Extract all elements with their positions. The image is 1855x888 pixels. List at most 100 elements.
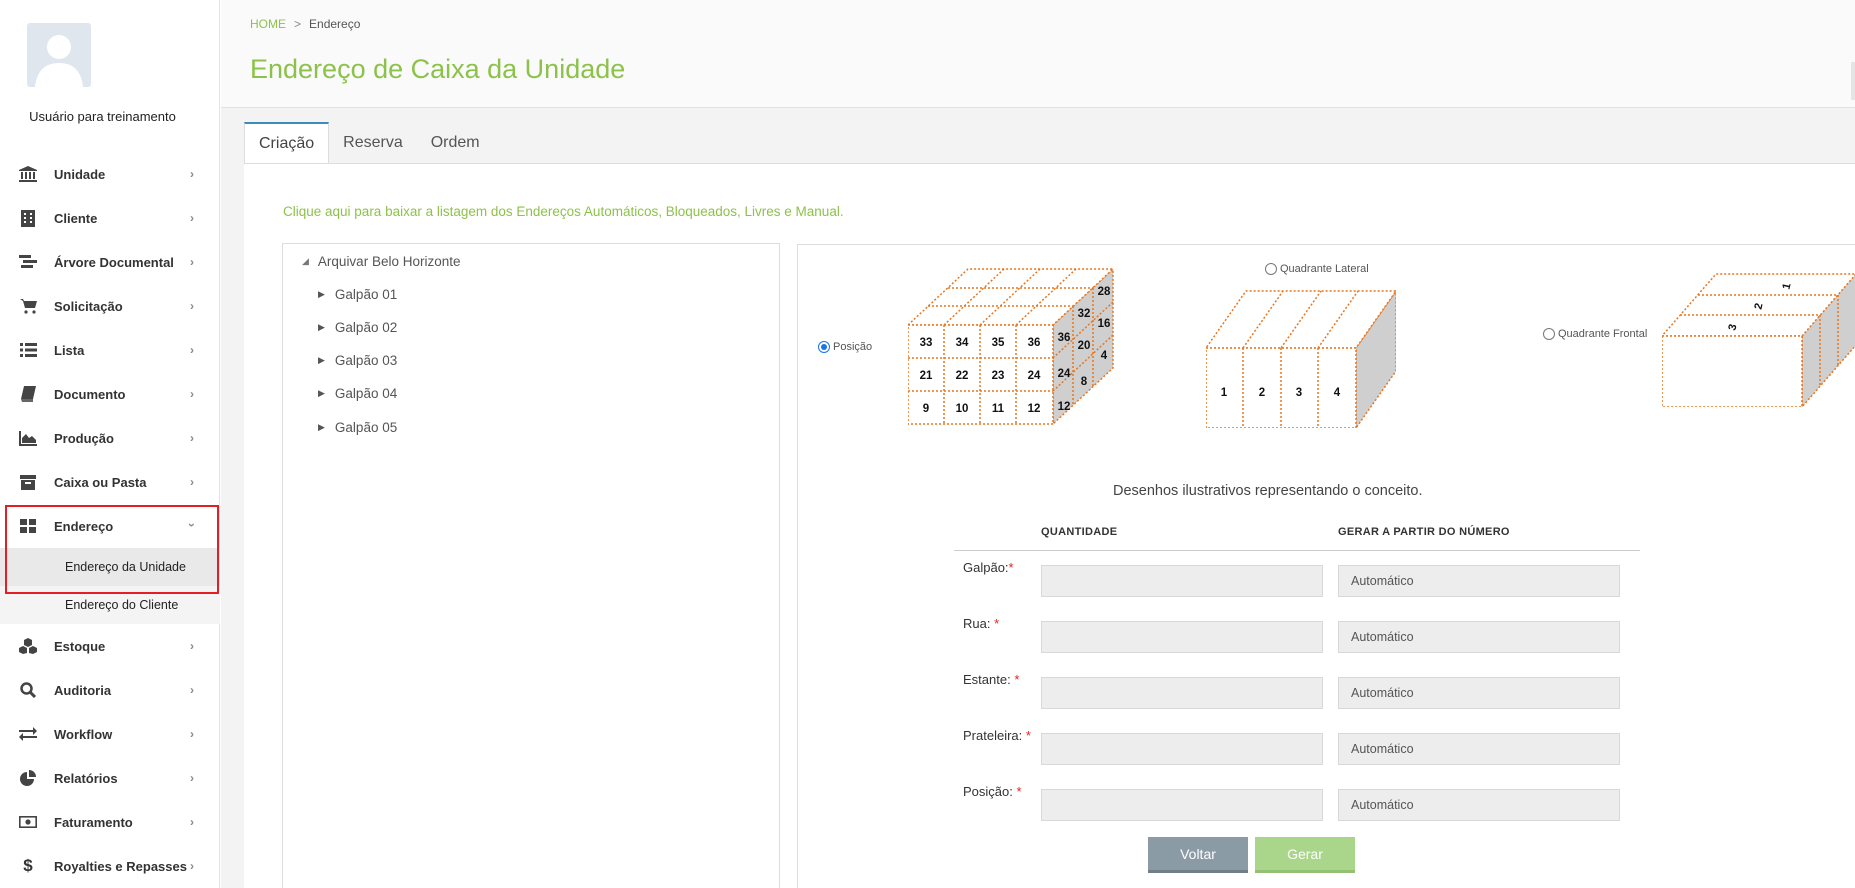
cell-label: 34: [956, 337, 969, 349]
sidebar-item-lista[interactable]: Lista ›: [0, 328, 220, 372]
scrollbar[interactable]: [1851, 62, 1855, 100]
radio-posicao[interactable]: Posição: [818, 341, 872, 353]
sidebar-item-unidade[interactable]: Unidade ›: [0, 152, 220, 196]
estante-quantity-input[interactable]: [1041, 677, 1323, 709]
cell-label: 32: [1078, 308, 1091, 320]
avatar[interactable]: [27, 23, 91, 87]
tab-reserva[interactable]: Reserva: [329, 122, 417, 164]
tree-node-galpao-04[interactable]: ▶ Galpão 04: [318, 386, 397, 401]
sidebar-item-producao[interactable]: Produção ›: [0, 416, 220, 460]
sidebar-item-faturamento[interactable]: Faturamento ›: [0, 800, 220, 844]
gerar-button[interactable]: Gerar: [1255, 837, 1355, 873]
sidebar-item-auditoria[interactable]: Auditoria ›: [0, 668, 220, 712]
sidebar-nav: Unidade › Cliente › Árvore Documental › …: [0, 152, 220, 888]
radio-dot[interactable]: [1543, 328, 1555, 340]
sidebar-subitem-endereco-da-unidade[interactable]: Endereço da Unidade: [0, 548, 220, 586]
sidebar-item-workflow[interactable]: Workflow ›: [0, 712, 220, 756]
chevron-right-icon: ›: [190, 211, 194, 225]
voltar-button[interactable]: Voltar: [1148, 837, 1248, 873]
radio-quadrante-frontal[interactable]: Quadrante Frontal: [1543, 328, 1647, 340]
cell-label: 4: [1101, 350, 1108, 362]
sidebar-item-cliente[interactable]: Cliente ›: [0, 196, 220, 240]
caret-right-icon[interactable]: ▶: [318, 355, 325, 366]
tree-node-galpao-01[interactable]: ▶ Galpão 01: [318, 287, 397, 302]
posicao-from-input[interactable]: Automático: [1338, 789, 1620, 821]
chevron-right-icon: ›: [190, 639, 194, 653]
tab-bar: Criação Reserva Ordem: [244, 122, 494, 164]
sidebar-item-label: Royalties e Repasses: [54, 858, 187, 874]
tree-node-galpao-05[interactable]: ▶ Galpão 05: [318, 420, 397, 435]
label-estante: Estante: *: [963, 672, 1020, 687]
sidebar-item-solicitacao[interactable]: Solicitação ›: [0, 284, 220, 328]
sidebar-item-estoque[interactable]: Estoque ›: [0, 624, 220, 668]
rua-from-input[interactable]: Automático: [1338, 621, 1620, 653]
tree-node-label: Galpão 04: [334, 386, 398, 401]
slot-label: 4: [1334, 387, 1341, 399]
cell-label: 23: [992, 370, 1005, 382]
page-header: HOME > Endereço Endereço de Caixa da Unida…: [221, 0, 1855, 108]
slot-label: 1: [1221, 387, 1228, 399]
chevron-right-icon: ›: [190, 815, 194, 829]
building-icon: [18, 208, 38, 228]
sidebar-item-caixa-ou-pasta[interactable]: Caixa ou Pasta ›: [0, 460, 220, 504]
posicao-quantity-input[interactable]: [1041, 789, 1323, 821]
tree-node-galpao-03[interactable]: ▶ Galpão 03: [318, 353, 397, 368]
slot-label: 2: [1259, 387, 1265, 399]
sidebar-item-documento[interactable]: Documento ›: [0, 372, 220, 416]
cell-label: 20: [1078, 340, 1091, 352]
cell-label: 10: [956, 403, 969, 415]
caret-right-icon[interactable]: ▶: [318, 388, 325, 399]
galpao-quantity-input[interactable]: [1041, 565, 1323, 597]
list-icon: [18, 340, 38, 360]
caret-right-icon[interactable]: ▶: [318, 422, 325, 433]
quadrante-lateral-diagram: 1 2 3 4: [1206, 289, 1396, 428]
cell-label: 22: [956, 370, 969, 382]
bank-icon: [18, 164, 38, 184]
chevron-right-icon: ›: [190, 255, 194, 269]
chevron-right-icon: ›: [190, 727, 194, 741]
rua-quantity-input[interactable]: [1041, 621, 1323, 653]
pie-chart-icon: [18, 768, 38, 788]
tree-node-galpao-02[interactable]: ▶ Galpão 02: [318, 320, 397, 335]
page-title: Endereço de Caixa da Unidade: [250, 54, 626, 84]
radio-dot[interactable]: [1265, 263, 1277, 275]
sidebar-subitem-endereco-do-cliente[interactable]: Endereço do Cliente: [0, 586, 220, 624]
required-marker: *: [1008, 560, 1014, 575]
sidebar-item-relatorios[interactable]: Relatórios ›: [0, 756, 220, 800]
caret-down-icon[interactable]: ◢: [302, 256, 309, 267]
label-prateleira: Prateleira: *: [963, 728, 1031, 743]
tab-criacao[interactable]: Criação: [244, 122, 330, 164]
tree-icon: [18, 252, 38, 272]
caret-right-icon[interactable]: ▶: [318, 322, 325, 333]
radio-quadrante-lateral[interactable]: Quadrante Lateral: [1265, 263, 1369, 275]
sidebar-item-endereco[interactable]: Endereço ›: [0, 504, 220, 548]
cubes-icon: [18, 636, 38, 656]
estante-from-input[interactable]: Automático: [1338, 677, 1620, 709]
prateleira-from-input[interactable]: Automático: [1338, 733, 1620, 765]
galpao-from-input[interactable]: Automático: [1338, 565, 1620, 597]
sidebar-item-arvore-documental[interactable]: Árvore Documental ›: [0, 240, 220, 284]
chevron-right-icon: ›: [190, 167, 194, 181]
tree-root[interactable]: ◢ Arquivar Belo Horizonte: [302, 254, 461, 269]
sidebar-submenu-endereco: Endereço da Unidade Endereço do Cliente: [0, 548, 220, 624]
required-marker: *: [994, 616, 1000, 631]
required-marker: *: [1014, 672, 1020, 687]
cell-label: 8: [1081, 376, 1088, 388]
label-galpao: Galpão:*: [963, 560, 1014, 575]
slot-label: 3: [1296, 387, 1302, 399]
sidebar-item-label: Unidade: [54, 166, 106, 182]
cell-label: 24: [1058, 368, 1071, 380]
posicao-diagram: 33 34 35 36 21 22 23 24 9 10 11 12 28 32…: [908, 267, 1115, 425]
cell-label: 11: [992, 403, 1005, 415]
book-icon: [18, 384, 38, 404]
cell-label: 21: [920, 370, 933, 382]
radio-label: Quadrante Frontal: [1558, 328, 1648, 340]
prateleira-quantity-input[interactable]: [1041, 733, 1323, 765]
download-listing-link[interactable]: Clique aqui para baixar a listagem dos E…: [283, 204, 844, 219]
breadcrumb-home-link[interactable]: HOME: [250, 17, 286, 31]
radio-dot-selected[interactable]: [818, 341, 830, 353]
tab-ordem[interactable]: Ordem: [417, 122, 494, 164]
sidebar-item-royalties-e-repasses[interactable]: $ Royalties e Repasses ›: [0, 844, 220, 888]
cell-label: 16: [1098, 318, 1111, 330]
caret-right-icon[interactable]: ▶: [318, 289, 325, 300]
